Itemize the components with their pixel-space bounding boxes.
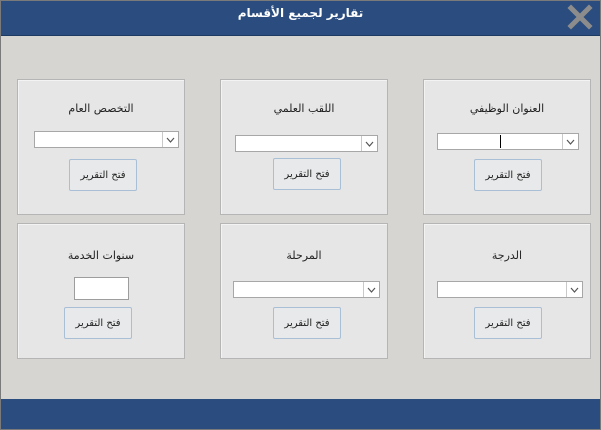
window-title: تقارير لجميع الأقسام <box>237 6 364 20</box>
chevron-down-icon[interactable] <box>562 134 578 149</box>
label-job-title: العنوان الوظيفي <box>469 102 545 115</box>
text-caret <box>500 135 501 148</box>
open-report-button-stage[interactable]: فتح التقرير <box>273 307 341 339</box>
footer-bar <box>1 399 600 429</box>
open-report-button-job-title[interactable]: فتح التقرير <box>474 159 542 191</box>
close-icon[interactable] <box>564 1 596 33</box>
label-general-specialization: التخصص العام <box>68 102 134 115</box>
title-bar: تقارير لجميع الأقسام <box>1 1 600 36</box>
select-academic-title[interactable] <box>235 135 378 152</box>
panel-job-title: العنوان الوظيفي فتح التقرير <box>423 79 591 215</box>
open-report-button-years-of-service[interactable]: فتح التقرير <box>64 307 132 339</box>
chevron-down-icon[interactable] <box>566 282 582 297</box>
report-window: تقارير لجميع الأقسام العنوان الوظيفي فتح… <box>0 0 601 430</box>
label-academic-title: اللقب العلمي <box>273 102 335 115</box>
open-report-button-academic-title[interactable]: فتح التقرير <box>273 158 341 190</box>
select-general-specialization[interactable] <box>34 131 179 148</box>
panel-general-specialization: التخصص العام فتح التقرير <box>17 79 185 215</box>
panel-stage: المرحلة فتح التقرير <box>220 223 388 359</box>
label-grade: الدرجة <box>491 249 523 262</box>
select-grade[interactable] <box>437 281 583 298</box>
label-stage: المرحلة <box>286 249 322 262</box>
panel-academic-title: اللقب العلمي فتح التقرير <box>220 79 388 215</box>
chevron-down-icon[interactable] <box>363 282 379 297</box>
open-report-button-grade[interactable]: فتح التقرير <box>474 307 542 339</box>
chevron-down-icon[interactable] <box>162 132 178 147</box>
years-of-service-input[interactable] <box>74 277 129 300</box>
select-job-title[interactable] <box>437 133 579 150</box>
open-report-button-general-specialization[interactable]: فتح التقرير <box>69 159 137 191</box>
label-years-of-service: سنوات الخدمة <box>67 249 135 262</box>
panel-years-of-service: سنوات الخدمة فتح التقرير <box>17 223 185 359</box>
select-stage[interactable] <box>233 281 380 298</box>
chevron-down-icon[interactable] <box>361 136 377 151</box>
panel-grade: الدرجة فتح التقرير <box>423 223 591 359</box>
